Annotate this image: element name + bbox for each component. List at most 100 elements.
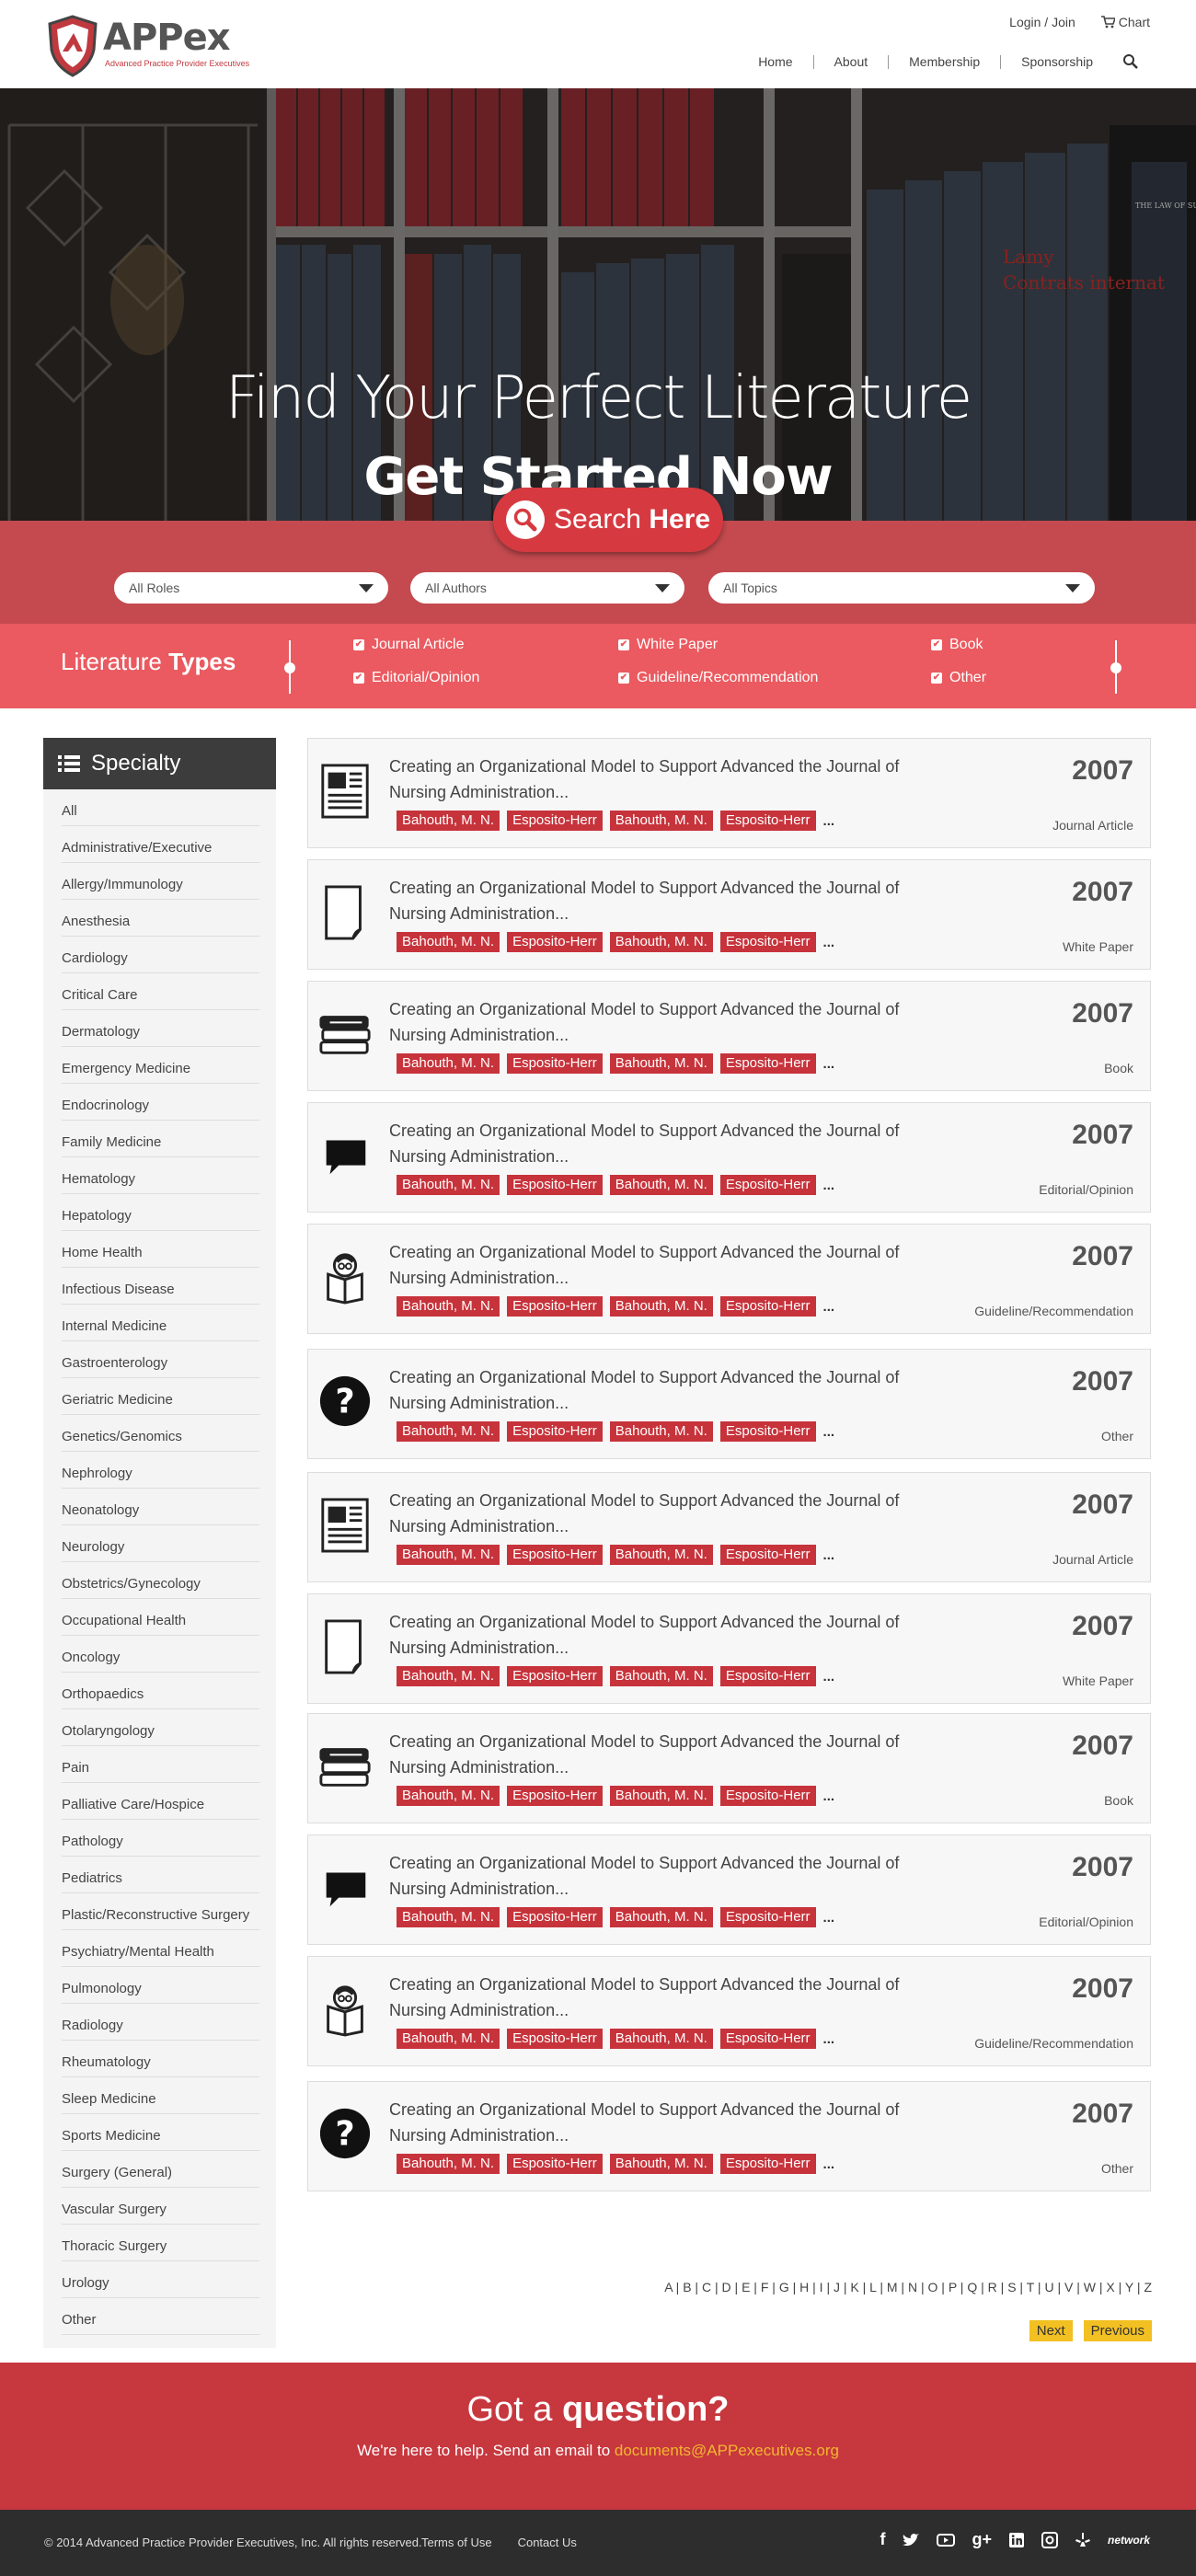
author-tag[interactable]: Bahouth, M. N.: [397, 2029, 500, 2049]
result-card[interactable]: Creating an Organizational Model to Supp…: [307, 1472, 1151, 1582]
alpha-letter-w[interactable]: W: [1084, 2280, 1096, 2294]
sidebar-item-other[interactable]: Other: [62, 2298, 259, 2335]
more-authors-ellipsis[interactable]: ...: [823, 1669, 835, 1685]
contact-link[interactable]: Contact Us: [518, 2536, 577, 2549]
alpha-letter-h[interactable]: H: [799, 2280, 809, 2294]
author-tag[interactable]: Bahouth, M. N.: [609, 1053, 713, 1074]
author-tag[interactable]: Bahouth, M. N.: [609, 2029, 713, 2049]
sidebar-item-pulmonology[interactable]: Pulmonology: [62, 1967, 259, 2004]
alpha-letter-g[interactable]: G: [779, 2280, 789, 2294]
sidebar-item-anesthesia[interactable]: Anesthesia: [62, 900, 259, 937]
author-tag[interactable]: Bahouth, M. N.: [609, 2154, 713, 2174]
result-title[interactable]: Creating an Organizational Model to Supp…: [389, 753, 914, 805]
sidebar-item-pathology[interactable]: Pathology: [62, 1820, 259, 1857]
topics-select[interactable]: All Topics: [708, 572, 1095, 604]
author-tag[interactable]: Bahouth, M. N.: [397, 1175, 500, 1195]
alpha-letter-j[interactable]: J: [834, 2280, 840, 2294]
sidebar-item-palliative-care-hospice[interactable]: Palliative Care/Hospice: [62, 1783, 259, 1820]
sidebar-item-rheumatology[interactable]: Rheumatology: [62, 2041, 259, 2077]
google-plus-icon[interactable]: g+: [972, 2530, 992, 2549]
sidebar-item-home-health[interactable]: Home Health: [62, 1231, 259, 1268]
author-tag[interactable]: Esposito-Herr: [507, 1053, 603, 1074]
nav-home[interactable]: Home: [738, 54, 814, 69]
sidebar-item-plastic-reconstructive-surgery[interactable]: Plastic/Reconstructive Surgery: [62, 1893, 259, 1930]
alpha-letter-t[interactable]: T: [1027, 2280, 1034, 2294]
cart-link[interactable]: Chart: [1100, 15, 1150, 29]
author-tag[interactable]: Bahouth, M. N.: [609, 1545, 713, 1565]
sidebar-item-geriatric-medicine[interactable]: Geriatric Medicine: [62, 1378, 259, 1415]
result-title[interactable]: Creating an Organizational Model to Supp…: [389, 1239, 914, 1291]
more-authors-ellipsis[interactable]: ...: [823, 2031, 835, 2047]
sidebar-item-genetics-genomics[interactable]: Genetics/Genomics: [62, 1415, 259, 1452]
result-title[interactable]: Creating an Organizational Model to Supp…: [389, 1488, 914, 1539]
alpha-letter-d[interactable]: D: [722, 2280, 731, 2294]
sidebar-item-emergency-medicine[interactable]: Emergency Medicine: [62, 1047, 259, 1084]
result-title[interactable]: Creating an Organizational Model to Supp…: [389, 2097, 914, 2148]
result-title[interactable]: Creating an Organizational Model to Supp…: [389, 875, 914, 926]
author-tag[interactable]: Bahouth, M. N.: [609, 811, 713, 831]
linkedin-icon[interactable]: [1008, 2532, 1025, 2548]
network-label[interactable]: network: [1108, 2534, 1150, 2547]
more-authors-ellipsis[interactable]: ...: [823, 935, 835, 950]
more-authors-ellipsis[interactable]: ...: [823, 1056, 835, 1072]
result-title[interactable]: Creating an Organizational Model to Supp…: [389, 1972, 914, 2023]
nav-sponsorship[interactable]: Sponsorship: [1001, 54, 1113, 69]
author-tag[interactable]: Esposito-Herr: [507, 1907, 603, 1927]
facebook-icon[interactable]: f: [880, 2530, 885, 2549]
alpha-letter-p[interactable]: P: [949, 2280, 957, 2294]
author-tag[interactable]: Esposito-Herr: [507, 1666, 603, 1686]
author-tag[interactable]: Bahouth, M. N.: [609, 1175, 713, 1195]
alpha-letter-x[interactable]: X: [1106, 2280, 1114, 2294]
result-card[interactable]: ? Creating an Organizational Model to Sup…: [307, 2081, 1151, 2191]
filter-book[interactable]: ✔ Book: [931, 637, 983, 653]
alpha-letter-q[interactable]: Q: [967, 2280, 977, 2294]
author-tag[interactable]: Bahouth, M. N.: [397, 1545, 500, 1565]
more-authors-ellipsis[interactable]: ...: [823, 1299, 835, 1315]
author-tag[interactable]: Esposito-Herr: [507, 2154, 603, 2174]
author-tag[interactable]: Esposito-Herr: [719, 811, 816, 831]
author-tag[interactable]: Bahouth, M. N.: [609, 1666, 713, 1686]
author-tag[interactable]: Bahouth, M. N.: [397, 932, 500, 952]
alpha-letter-c[interactable]: C: [702, 2280, 711, 2294]
sidebar-item-neurology[interactable]: Neurology: [62, 1525, 259, 1562]
author-tag[interactable]: Bahouth, M. N.: [397, 1296, 500, 1317]
sidebar-item-endocrinology[interactable]: Endocrinology: [62, 1084, 259, 1121]
sidebar-item-urology[interactable]: Urology: [62, 2261, 259, 2298]
alpha-letter-b[interactable]: B: [683, 2280, 691, 2294]
sidebar-item-oncology[interactable]: Oncology: [62, 1636, 259, 1673]
sidebar-item-orthopaedics[interactable]: Orthopaedics: [62, 1673, 259, 1709]
twitter-icon[interactable]: [902, 2533, 920, 2547]
result-card[interactable]: ? Creating an Organizational Model to Sup…: [307, 1349, 1151, 1459]
author-tag[interactable]: Bahouth, M. N.: [609, 1907, 713, 1927]
author-tag[interactable]: Bahouth, M. N.: [609, 1296, 713, 1317]
more-authors-ellipsis[interactable]: ...: [823, 813, 835, 829]
sidebar-item-all[interactable]: All: [62, 789, 259, 826]
sidebar-item-thoracic-surgery[interactable]: Thoracic Surgery: [62, 2225, 259, 2261]
author-tag[interactable]: Bahouth, M. N.: [609, 1421, 713, 1442]
author-tag[interactable]: Esposito-Herr: [719, 1175, 816, 1195]
author-tag[interactable]: Esposito-Herr: [507, 1175, 603, 1195]
result-card[interactable]: Creating an Organizational Model to Supp…: [307, 1102, 1151, 1213]
result-card[interactable]: Creating an Organizational Model to Supp…: [307, 1834, 1151, 1945]
site-logo[interactable]: APPex Advanced Practice Provider Executi…: [46, 15, 249, 77]
result-card[interactable]: Creating an Organizational Model to Supp…: [307, 981, 1151, 1091]
sidebar-item-radiology[interactable]: Radiology: [62, 2004, 259, 2041]
youtube-icon[interactable]: [937, 2533, 956, 2547]
result-title[interactable]: Creating an Organizational Model to Supp…: [389, 1609, 914, 1661]
login-join-link[interactable]: Login / Join: [1009, 15, 1075, 29]
author-tag[interactable]: Esposito-Herr: [719, 1786, 816, 1806]
author-tag[interactable]: Bahouth, M. N.: [397, 811, 500, 831]
more-authors-ellipsis[interactable]: ...: [823, 2156, 835, 2172]
next-button[interactable]: Next: [1029, 2320, 1073, 2341]
author-tag[interactable]: Esposito-Herr: [507, 811, 603, 831]
alpha-letter-u[interactable]: U: [1044, 2280, 1053, 2294]
sidebar-item-vascular-surgery[interactable]: Vascular Surgery: [62, 2188, 259, 2225]
author-tag[interactable]: Bahouth, M. N.: [397, 1421, 500, 1442]
result-title[interactable]: Creating an Organizational Model to Supp…: [389, 1729, 914, 1780]
author-tag[interactable]: Bahouth, M. N.: [609, 932, 713, 952]
author-tag[interactable]: Esposito-Herr: [507, 1296, 603, 1317]
sidebar-item-family-medicine[interactable]: Family Medicine: [62, 1121, 259, 1157]
alpha-letter-m[interactable]: M: [887, 2280, 898, 2294]
author-tag[interactable]: Esposito-Herr: [719, 1545, 816, 1565]
alpha-letter-e[interactable]: E: [742, 2280, 750, 2294]
